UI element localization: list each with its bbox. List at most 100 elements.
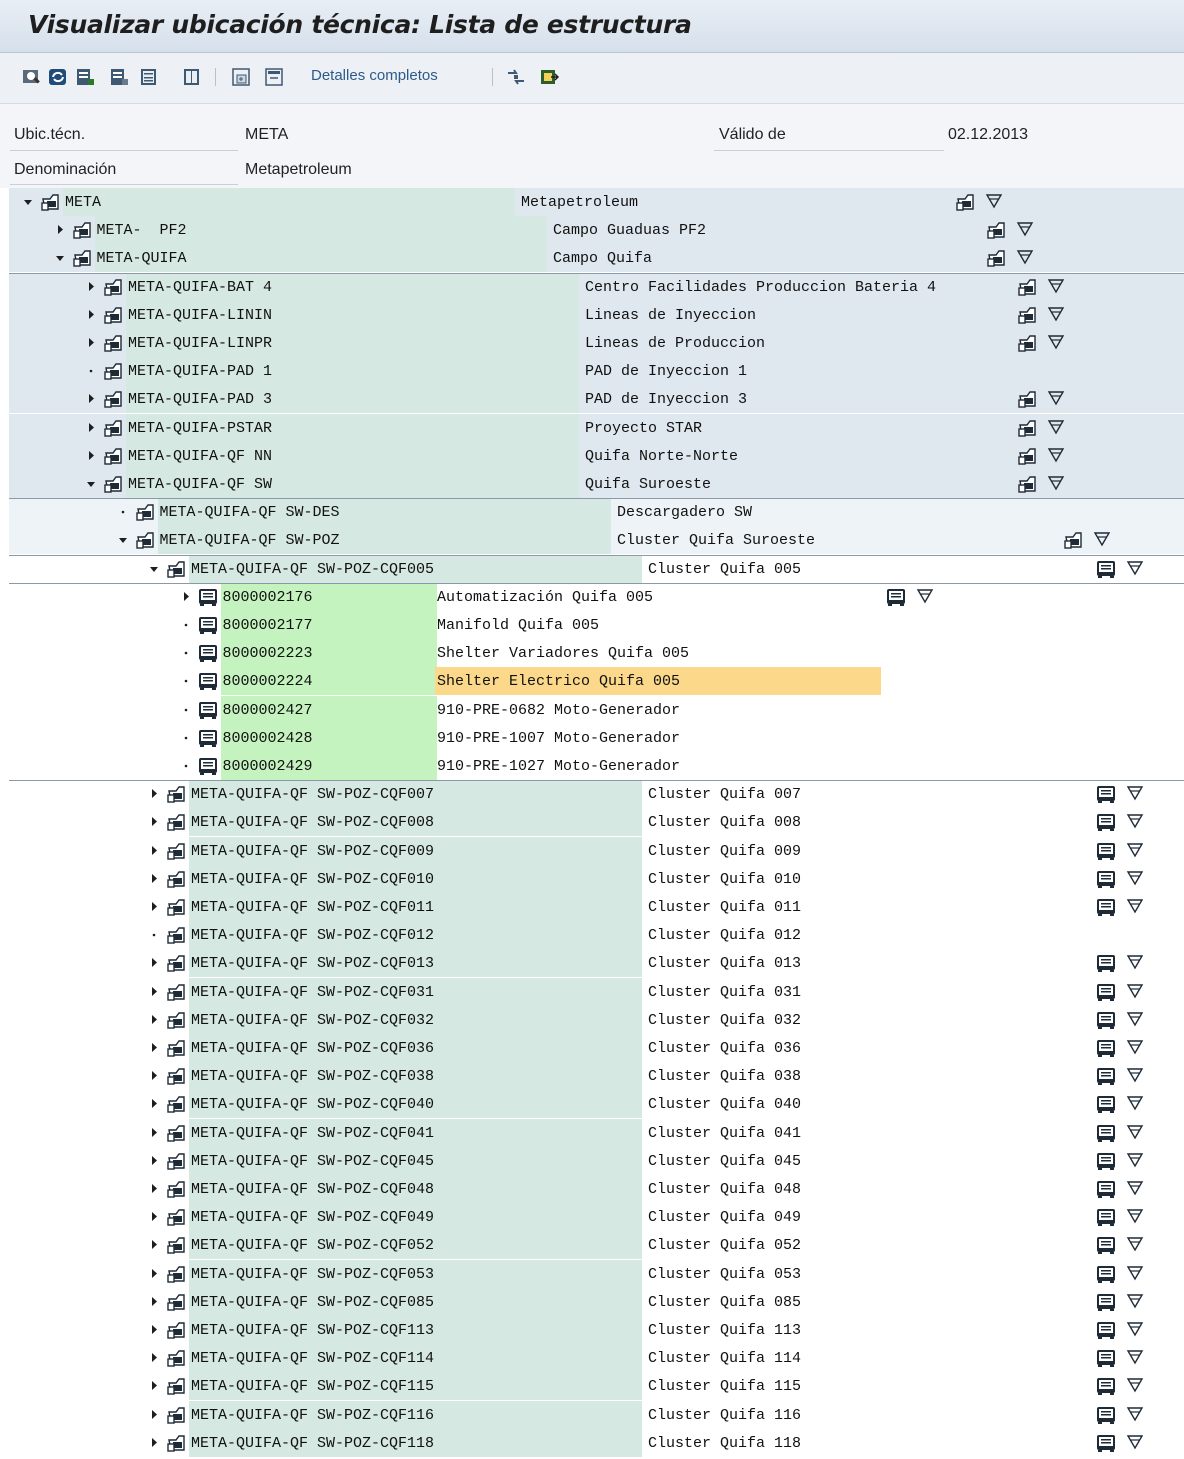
tree-row[interactable]: META-QUIFA-QF SW-POZ-CQF012 Cluster Quifa… [9, 921, 1184, 950]
node-key[interactable]: META-QUIFA-QF SW [128, 476, 272, 493]
filter-icon[interactable] [1126, 953, 1144, 971]
functional-location-icon[interactable] [1016, 417, 1038, 439]
functional-location-icon[interactable] [1016, 332, 1038, 354]
filter-icon[interactable] [1126, 559, 1144, 577]
expand-node-icon[interactable] [149, 1123, 159, 1143]
filter-icon[interactable] [1126, 1038, 1144, 1056]
node-description[interactable]: Cluster Quifa 040 [648, 1096, 801, 1113]
node-key[interactable]: 8000002429 [223, 758, 313, 775]
node-description[interactable]: 910-PRE-0682 Moto-Generador [437, 702, 680, 719]
node-description[interactable]: Shelter Variadores Quifa 005 [437, 645, 689, 662]
collapse-node-icon[interactable] [86, 474, 96, 494]
navigate-icon[interactable] [506, 67, 526, 87]
tree-row[interactable]: META-QUIFA-QF SW Quifa Suroeste [9, 470, 1184, 498]
filter-icon[interactable] [1126, 1235, 1144, 1253]
tree-row[interactable]: META-QUIFA-QF SW-POZ-CQF013 Cluster Quifa… [9, 949, 1184, 978]
tree-row[interactable]: META-QUIFA-QF SW-POZ-CQF007 Cluster Quifa… [9, 780, 1184, 809]
node-description[interactable]: Descargadero SW [617, 504, 752, 521]
filter-icon[interactable] [1126, 784, 1144, 802]
filter-icon[interactable] [1126, 1433, 1144, 1451]
equipment-icon[interactable] [1095, 1263, 1117, 1285]
expand-node-icon[interactable] [149, 1376, 159, 1396]
collapse-node-icon[interactable] [149, 559, 159, 579]
node-key[interactable]: META-QUIFA-QF SW-POZ-CQF115 [191, 1378, 434, 1395]
node-key[interactable]: META [65, 194, 101, 211]
node-description[interactable]: Manifold Quifa 005 [437, 617, 599, 634]
tree-row[interactable]: META-QUIFA-QF SW-POZ-CQF032 Cluster Quifa… [9, 1005, 1184, 1034]
tree-row[interactable]: META-QUIFA-PAD 3 PAD de Inyeccion 3 [9, 385, 1184, 414]
node-description[interactable]: Cluster Quifa 011 [648, 899, 801, 916]
tree-row[interactable]: META Metapetroleum [9, 188, 1184, 216]
node-key[interactable]: META-QUIFA-QF SW-POZ-CQF040 [191, 1096, 434, 1113]
expand-node-icon[interactable] [86, 305, 96, 325]
tree-row[interactable]: META-QUIFA-QF SW-POZ-CQF085 Cluster Quifa… [9, 1287, 1184, 1316]
tree-row[interactable]: META-QUIFA-QF SW-POZ-CQF031 Cluster Quifa… [9, 977, 1184, 1006]
equipment-icon[interactable] [1095, 1093, 1117, 1115]
equipment-icon[interactable] [1095, 1150, 1117, 1172]
node-key[interactable]: META-QUIFA-QF SW-POZ-CQF036 [191, 1040, 434, 1057]
filter-icon[interactable] [1126, 1264, 1144, 1282]
node-key[interactable]: 8000002427 [223, 702, 313, 719]
node-key[interactable]: META-QUIFA-QF SW-POZ-CQF008 [191, 814, 434, 831]
node-description[interactable]: Cluster Quifa 085 [648, 1294, 801, 1311]
node-key[interactable]: META-QUIFA-QF SW-POZ-CQF032 [191, 1012, 434, 1029]
node-key[interactable]: META-QUIFA-QF SW-POZ [160, 532, 340, 549]
expand-node-icon[interactable] [149, 953, 159, 973]
node-description[interactable]: Metapetroleum [521, 194, 638, 211]
filter-icon[interactable] [1126, 869, 1144, 887]
tree-row[interactable]: META-QUIFA-QF SW-POZ-CQF040 Cluster Quifa… [9, 1090, 1184, 1119]
tree-row[interactable]: META-QUIFA-QF SW-DES Descargadero SW [9, 498, 1184, 527]
filter-icon[interactable] [1047, 474, 1065, 492]
tree-row[interactable]: META-QUIFA-QF SW-POZ-CQF041 Cluster Quifa… [9, 1118, 1184, 1147]
expand-node-icon[interactable] [181, 587, 191, 607]
node-key[interactable]: META-QUIFA-QF SW-POZ-CQF045 [191, 1153, 434, 1170]
expand-node-icon[interactable] [149, 1151, 159, 1171]
node-key[interactable]: META-QUIFA-PAD 1 [128, 363, 272, 380]
expand-node-icon[interactable] [149, 1292, 159, 1312]
export-icon[interactable] [539, 67, 559, 87]
node-description[interactable]: Shelter Electrico Quifa 005 [437, 673, 680, 690]
node-key[interactable]: META-QUIFA-QF SW-POZ-CQF007 [191, 786, 434, 803]
expand-node-icon[interactable] [86, 389, 96, 409]
tree-row[interactable]: 8000002223 Shelter Variadores Quifa 005 [9, 639, 1184, 668]
filter-icon[interactable] [1126, 812, 1144, 830]
node-description[interactable]: Cluster Quifa 113 [648, 1322, 801, 1339]
tree-row[interactable]: META-QUIFA-PAD 1 PAD de Inyeccion 1 [9, 357, 1184, 386]
expand-node-icon[interactable] [149, 1405, 159, 1425]
tree-row[interactable]: META-QUIFA-PSTAR Proyecto STAR [9, 413, 1184, 442]
node-description[interactable]: Cluster Quifa 048 [648, 1181, 801, 1198]
node-description[interactable]: Cluster Quifa 038 [648, 1068, 801, 1085]
node-key[interactable]: META-QUIFA-QF SW-POZ-CQF118 [191, 1435, 434, 1452]
expand-node-icon[interactable] [86, 333, 96, 353]
node-description[interactable]: Cluster Quifa 032 [648, 1012, 801, 1029]
node-key[interactable]: META-QUIFA-QF SW-POZ-CQF031 [191, 984, 434, 1001]
node-key[interactable]: META-QUIFA-QF SW-POZ-CQF113 [191, 1322, 434, 1339]
node-description[interactable]: Cluster Quifa 041 [648, 1125, 801, 1142]
filter-icon[interactable] [985, 192, 1003, 210]
collapse-icon[interactable] [109, 67, 129, 87]
tree-row[interactable]: META-QUIFA-QF NN Quifa Norte-Norte [9, 441, 1184, 470]
equipment-icon[interactable] [1095, 981, 1117, 1003]
node-description[interactable]: Cluster Quifa 045 [648, 1153, 801, 1170]
node-key[interactable]: META-QUIFA-QF SW-POZ-CQF041 [191, 1125, 434, 1142]
node-key[interactable]: META-QUIFA-QF SW-POZ-CQF009 [191, 843, 434, 860]
node-key[interactable]: META-QUIFA-QF SW-POZ-CQF048 [191, 1181, 434, 1198]
expand-node-icon[interactable] [149, 1010, 159, 1030]
node-key[interactable]: META-QUIFA-QF SW-POZ-CQF052 [191, 1237, 434, 1254]
filter-icon[interactable] [1126, 1405, 1144, 1423]
filter-icon[interactable] [1126, 897, 1144, 915]
tree-row[interactable]: META-QUIFA-QF SW-POZ-CQF115 Cluster Quifa… [9, 1372, 1184, 1401]
tree-row[interactable]: META-QUIFA-QF SW-POZ-CQF009 Cluster Quifa… [9, 836, 1184, 865]
equipment-icon[interactable] [1095, 1065, 1117, 1087]
node-key[interactable]: META-QUIFA-QF SW-POZ-CQF010 [191, 871, 434, 888]
tree-row[interactable]: META-QUIFA-QF SW-POZ-CQF114 Cluster Quifa… [9, 1344, 1184, 1373]
node-key[interactable]: META-QUIFA-QF SW-POZ-CQF049 [191, 1209, 434, 1226]
functional-location-icon[interactable] [1016, 445, 1038, 467]
node-key[interactable]: META-QUIFA-LINPR [128, 335, 272, 352]
equipment-icon[interactable] [1095, 840, 1117, 862]
node-key[interactable]: META-QUIFA-QF SW-POZ-CQF085 [191, 1294, 434, 1311]
node-description[interactable]: Cluster Quifa 053 [648, 1266, 801, 1283]
equipment-icon[interactable] [1095, 1206, 1117, 1228]
tree-row[interactable]: META-QUIFA-QF SW-POZ-CQF008 Cluster Quifa… [9, 808, 1184, 837]
node-description[interactable]: Cluster Quifa 031 [648, 984, 801, 1001]
